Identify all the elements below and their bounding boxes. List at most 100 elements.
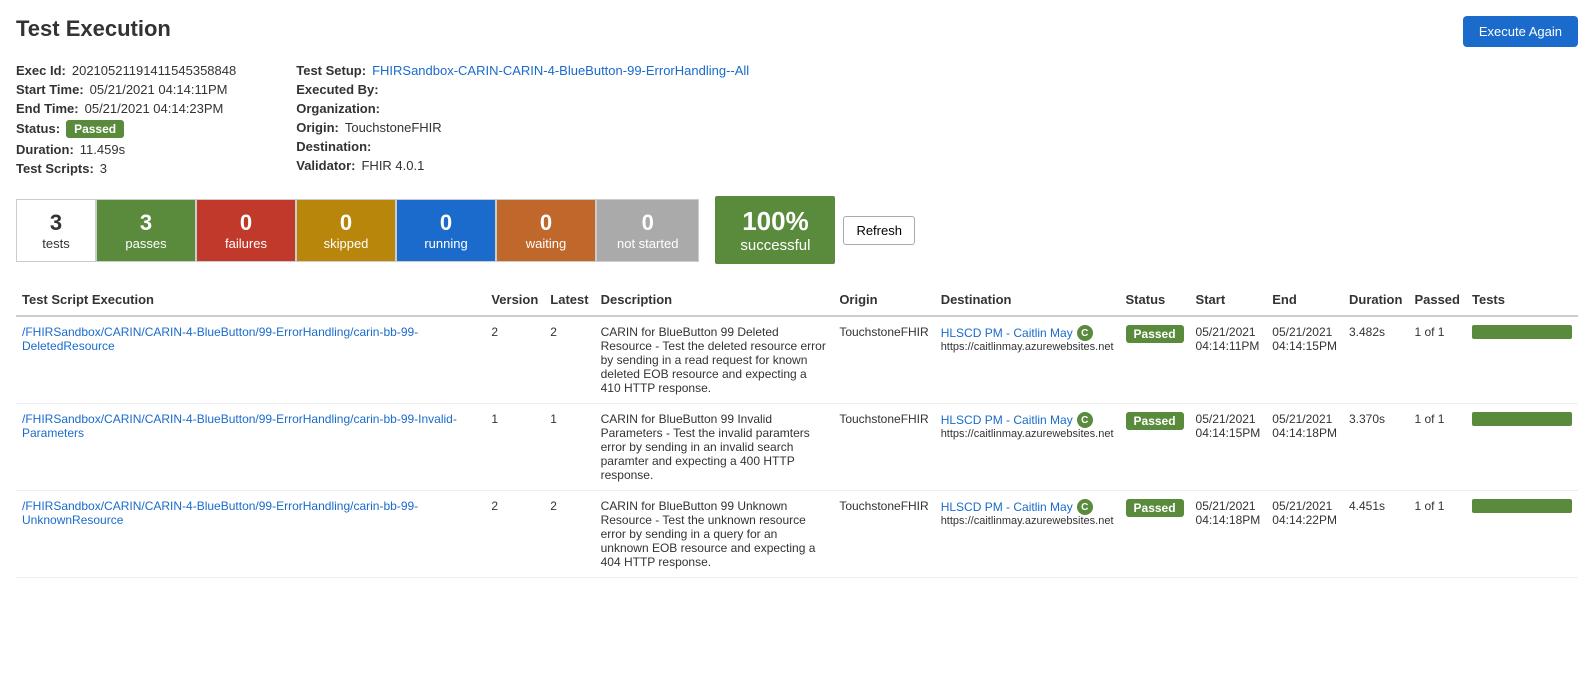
passed-cell: 1 of 1 (1408, 316, 1466, 404)
validator-label: Validator: (296, 158, 355, 173)
exec-id-row: Exec Id: 20210521191411545358848 (16, 63, 236, 78)
validator-value: FHIR 4.0.1 (361, 158, 424, 173)
tests-cell (1466, 491, 1578, 578)
start-time-row: Start Time: 05/21/2021 04:14:11PM (16, 82, 236, 97)
table-header-row: Test Script Execution Version Latest Des… (16, 284, 1578, 316)
test-setup-row: Test Setup: FHIRSandbox-CARIN-CARIN-4-Bl… (296, 63, 749, 78)
col-description: Description (595, 284, 834, 316)
start-cell: 05/21/202104:14:18PM (1190, 491, 1267, 578)
running-number: 0 (417, 210, 475, 236)
stat-waiting: 0 waiting (496, 199, 596, 262)
c-badge: C (1077, 499, 1093, 515)
skipped-label: skipped (317, 236, 375, 251)
duration-cell: 4.451s (1343, 491, 1408, 578)
destination-cell: HLSCD PM - Caitlin May C https://caitlin… (935, 316, 1120, 404)
end-time-label: End Time: (16, 101, 79, 116)
version-cell: 2 (485, 316, 544, 404)
origin-value: TouchstoneFHIR (345, 120, 442, 135)
meta-left: Exec Id: 20210521191411545358848 Start T… (16, 63, 236, 176)
origin-row: Origin: TouchstoneFHIR (296, 120, 749, 135)
test-setup-label: Test Setup: (296, 63, 366, 78)
status-cell: Passed (1120, 491, 1190, 578)
duration-label: Duration: (16, 142, 74, 157)
organization-row: Organization: (296, 101, 749, 116)
status-passed-badge: Passed (1126, 499, 1184, 517)
script-link[interactable]: /FHIRSandbox/CARIN/CARIN-4-BlueButton/99… (22, 325, 418, 353)
status-cell: Passed (1120, 316, 1190, 404)
executed-by-label: Executed By: (296, 82, 378, 97)
page-title: Test Execution (16, 16, 171, 42)
meta-section: Exec Id: 20210521191411545358848 Start T… (16, 63, 1578, 176)
status-passed-badge: Passed (1126, 412, 1184, 430)
origin-label: Origin: (296, 120, 339, 135)
destination-row: Destination: (296, 139, 749, 154)
col-end: End (1266, 284, 1343, 316)
organization-label: Organization: (296, 101, 380, 116)
destination-link[interactable]: HLSCD PM - Caitlin May C (941, 325, 1114, 341)
status-badge: Passed (66, 120, 124, 138)
latest-cell: 2 (544, 491, 594, 578)
tests-cell (1466, 316, 1578, 404)
failures-label: failures (217, 236, 275, 251)
origin-cell: TouchstoneFHIR (833, 491, 934, 578)
c-badge: C (1077, 325, 1093, 341)
waiting-label: waiting (517, 236, 575, 251)
script-link[interactable]: /FHIRSandbox/CARIN/CARIN-4-BlueButton/99… (22, 499, 418, 527)
col-latest: Latest (544, 284, 594, 316)
col-duration: Duration (1343, 284, 1408, 316)
col-destination: Destination (935, 284, 1120, 316)
success-block: 100% successful (715, 196, 835, 264)
refresh-button[interactable]: Refresh (843, 216, 915, 245)
col-start: Start (1190, 284, 1267, 316)
test-scripts-value: 3 (100, 161, 107, 176)
destination-cell: HLSCD PM - Caitlin May C https://caitlin… (935, 404, 1120, 491)
col-origin: Origin (833, 284, 934, 316)
destination-url: https://caitlinmay.azurewebsites.net (941, 515, 1114, 527)
table-container: Test Script Execution Version Latest Des… (16, 284, 1578, 578)
executed-by-row: Executed By: (296, 82, 749, 97)
end-time-value: 05/21/2021 04:14:23PM (85, 101, 224, 116)
destination-label: Destination: (296, 139, 371, 154)
start-time-label: Start Time: (16, 82, 84, 97)
start-cell: 05/21/202104:14:15PM (1190, 404, 1267, 491)
script-link[interactable]: /FHIRSandbox/CARIN/CARIN-4-BlueButton/99… (22, 412, 457, 440)
progress-bar (1472, 325, 1572, 339)
duration-value: 11.459s (80, 142, 125, 157)
running-label: running (417, 236, 475, 251)
passed-cell: 1 of 1 (1408, 404, 1466, 491)
success-label: successful (735, 237, 815, 254)
origin-cell: TouchstoneFHIR (833, 316, 934, 404)
stat-passes: 3 passes (96, 199, 196, 262)
failures-number: 0 (217, 210, 275, 236)
duration-cell: 3.370s (1343, 404, 1408, 491)
exec-id-value: 20210521191411545358848 (72, 63, 236, 78)
destination-url: https://caitlinmay.azurewebsites.net (941, 341, 1114, 353)
latest-cell: 1 (544, 404, 594, 491)
results-table: Test Script Execution Version Latest Des… (16, 284, 1578, 578)
total-label: tests (37, 236, 75, 251)
description-cell: CARIN for BlueButton 99 Invalid Paramete… (595, 404, 834, 491)
stat-not-started: 0 not started (596, 199, 699, 262)
c-badge: C (1077, 412, 1093, 428)
table-row: /FHIRSandbox/CARIN/CARIN-4-BlueButton/99… (16, 316, 1578, 404)
not-started-label: not started (617, 236, 678, 251)
destination-link[interactable]: HLSCD PM - Caitlin May C (941, 499, 1114, 515)
progress-bar (1472, 499, 1572, 513)
duration-row: Duration: 11.459s (16, 142, 236, 157)
stat-running: 0 running (396, 199, 496, 262)
exec-id-label: Exec Id: (16, 63, 66, 78)
test-setup-link[interactable]: FHIRSandbox-CARIN-CARIN-4-BlueButton-99-… (372, 63, 749, 78)
not-started-number: 0 (617, 210, 678, 236)
origin-cell: TouchstoneFHIR (833, 404, 934, 491)
col-version: Version (485, 284, 544, 316)
description-cell: CARIN for BlueButton 99 Unknown Resource… (595, 491, 834, 578)
destination-link[interactable]: HLSCD PM - Caitlin May C (941, 412, 1114, 428)
end-time-row: End Time: 05/21/2021 04:14:23PM (16, 101, 236, 116)
execute-again-button[interactable]: Execute Again (1463, 16, 1578, 47)
skipped-number: 0 (317, 210, 375, 236)
script-cell: /FHIRSandbox/CARIN/CARIN-4-BlueButton/99… (16, 404, 485, 491)
script-cell: /FHIRSandbox/CARIN/CARIN-4-BlueButton/99… (16, 316, 485, 404)
waiting-number: 0 (517, 210, 575, 236)
script-cell: /FHIRSandbox/CARIN/CARIN-4-BlueButton/99… (16, 491, 485, 578)
end-cell: 05/21/202104:14:22PM (1266, 491, 1343, 578)
